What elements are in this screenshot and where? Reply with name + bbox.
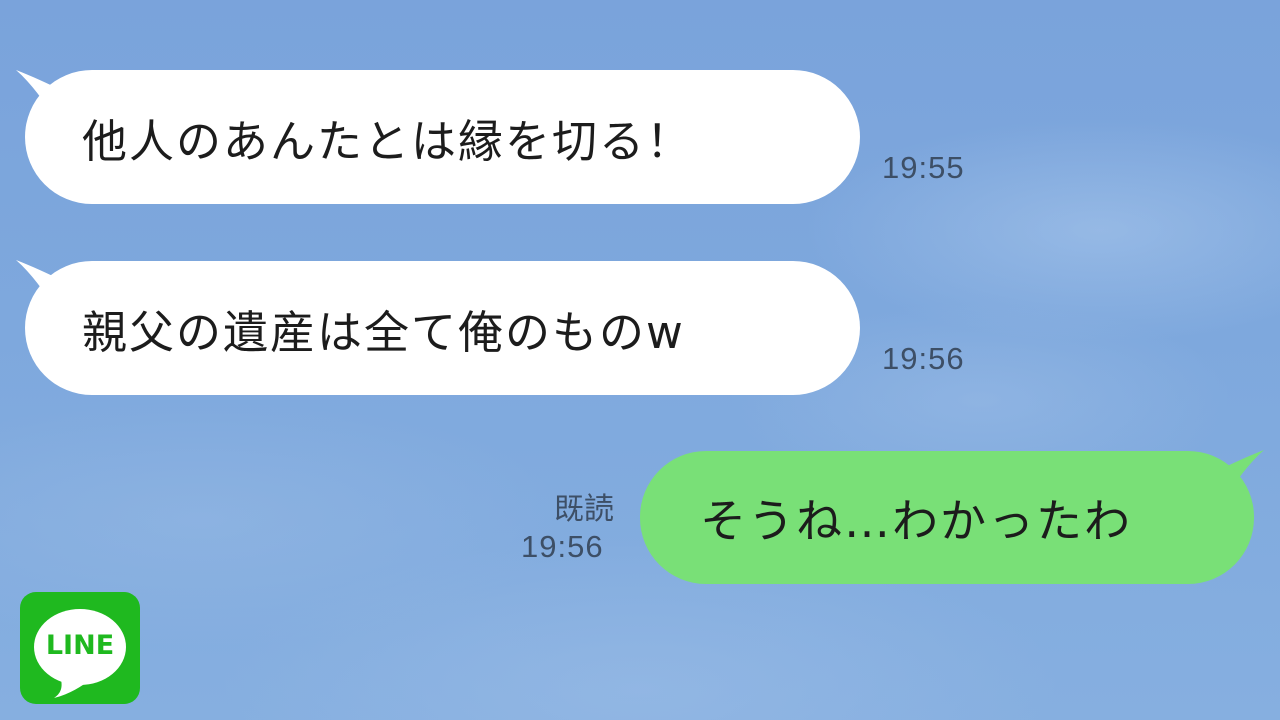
line-logo-text: LINE bbox=[45, 630, 115, 661]
message-bubble-incoming[interactable]: 他人のあんたとは縁を切る！ bbox=[25, 70, 860, 204]
message-timestamp: 19:56 bbox=[882, 341, 965, 376]
message-bubble-outgoing[interactable]: そうね…わかったわ bbox=[640, 451, 1254, 584]
message-text: 他人のあんたとは縁を切る！ bbox=[82, 114, 694, 168]
message-timestamp: 19:55 bbox=[882, 150, 965, 185]
message-text: そうね…わかったわ bbox=[700, 493, 1132, 548]
line-logo: LINE bbox=[20, 592, 140, 704]
message-text: 親父の遺産は全て俺のものw bbox=[82, 305, 685, 359]
message-timestamp: 19:56 bbox=[521, 529, 604, 564]
message-bubble-incoming[interactable]: 親父の遺産は全て俺のものw bbox=[25, 261, 860, 395]
read-receipt: 既読 bbox=[554, 492, 614, 527]
